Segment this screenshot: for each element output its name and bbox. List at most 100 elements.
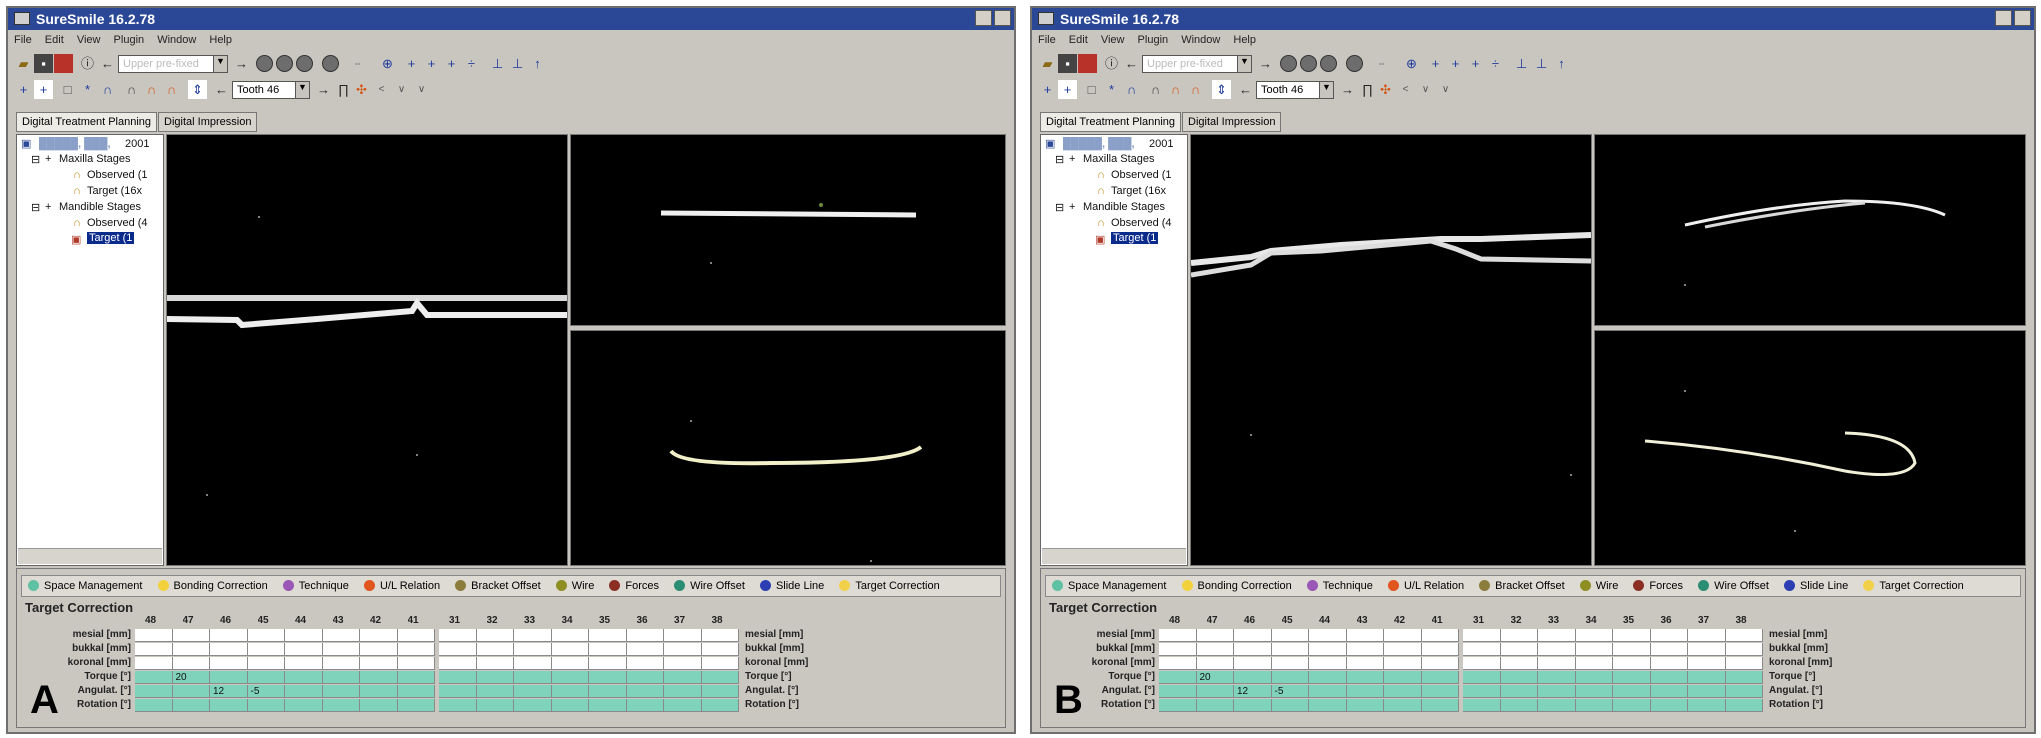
grid-cell[interactable] bbox=[1463, 699, 1501, 712]
grid-cell[interactable] bbox=[360, 629, 398, 642]
grid-cell[interactable] bbox=[1159, 671, 1197, 684]
tooth-combo[interactable]: Tooth 46 ▼ bbox=[232, 81, 310, 99]
view-circle-icon-3[interactable] bbox=[296, 55, 313, 72]
grid-cell[interactable] bbox=[1688, 643, 1726, 656]
grid-cell[interactable] bbox=[1650, 671, 1688, 684]
plus-move-icon-1[interactable]: + bbox=[402, 54, 421, 73]
view-circle-icon-2[interactable] bbox=[276, 55, 293, 72]
arrow-right-icon-2[interactable]: → bbox=[1338, 80, 1357, 99]
menu-plugin[interactable]: Plugin bbox=[114, 34, 145, 46]
grid-cell[interactable] bbox=[551, 629, 589, 642]
scale-icon[interactable]: ⇔ bbox=[348, 54, 367, 73]
tab-digital-impression[interactable]: Digital Impression bbox=[158, 112, 258, 132]
grid-cell[interactable] bbox=[589, 671, 627, 684]
tab-space-management[interactable]: Space Management bbox=[28, 580, 142, 592]
grid-cell[interactable] bbox=[1159, 699, 1197, 712]
maximize-icon[interactable] bbox=[2014, 10, 2031, 26]
tooth-icon[interactable]: ∏ bbox=[1358, 80, 1377, 99]
tree-mandible-observed[interactable]: Observed (4 bbox=[1111, 217, 1172, 229]
viewport-frontal[interactable] bbox=[570, 134, 1006, 326]
grid-cell[interactable] bbox=[626, 643, 664, 656]
grid-cell[interactable] bbox=[247, 657, 285, 670]
grid-cell[interactable] bbox=[476, 629, 514, 642]
tooth-combo[interactable]: Tooth 46 ▼ bbox=[1256, 81, 1334, 99]
grid-cell[interactable] bbox=[1613, 699, 1651, 712]
arch-icon-3[interactable]: ∩ bbox=[162, 80, 181, 99]
grid-cell[interactable] bbox=[1421, 671, 1459, 684]
crosshair-icon[interactable]: ⊕ bbox=[378, 54, 397, 73]
grid-cell[interactable] bbox=[514, 685, 552, 698]
plus-tool-icon-1[interactable]: + bbox=[1038, 80, 1057, 99]
menu-view[interactable]: View bbox=[77, 34, 101, 46]
grid-cell[interactable] bbox=[1159, 685, 1197, 698]
target-icon[interactable]: ✣ bbox=[1376, 80, 1395, 99]
tab-bracket-offset[interactable]: Bracket Offset bbox=[1479, 580, 1565, 592]
grid-cell[interactable] bbox=[701, 643, 739, 656]
grid-cell[interactable] bbox=[360, 657, 398, 670]
arrow-left-icon[interactable]: ← bbox=[1122, 54, 1141, 73]
grid-cell[interactable] bbox=[439, 671, 477, 684]
plus-move-icon-3[interactable]: + bbox=[1466, 54, 1485, 73]
stage-combo[interactable]: Upper pre-fixed ▼ bbox=[1142, 55, 1252, 73]
tab-ul-relation[interactable]: U/L Relation bbox=[1387, 580, 1464, 592]
tab-bracket-offset[interactable]: Bracket Offset bbox=[455, 580, 541, 592]
grid-cell[interactable] bbox=[664, 643, 702, 656]
plus-move-icon-4[interactable]: ÷ bbox=[462, 54, 481, 73]
grid-cell[interactable] bbox=[626, 657, 664, 670]
grid-cell[interactable] bbox=[1500, 657, 1538, 670]
grid-cell[interactable] bbox=[476, 671, 514, 684]
chevron-down-icon[interactable]: ▼ bbox=[1319, 82, 1333, 98]
grid-cell[interactable]: -5 bbox=[247, 685, 285, 698]
grid-cell[interactable] bbox=[210, 629, 248, 642]
menu-edit[interactable]: Edit bbox=[45, 34, 64, 46]
rotate-icon-2[interactable]: ⊥ bbox=[508, 54, 527, 73]
grid-cell[interactable]: 20 bbox=[1196, 671, 1234, 684]
grid-cell[interactable] bbox=[285, 685, 323, 698]
grid-cell[interactable] bbox=[285, 671, 323, 684]
grid-cell[interactable] bbox=[172, 699, 210, 712]
grid-cell[interactable] bbox=[247, 671, 285, 684]
grid-cell[interactable] bbox=[1613, 685, 1651, 698]
grid-cell[interactable] bbox=[1271, 699, 1309, 712]
grid-cell[interactable]: 12 bbox=[210, 685, 248, 698]
grid-cell[interactable] bbox=[1159, 629, 1197, 642]
grid-cell[interactable] bbox=[439, 657, 477, 670]
save-icon[interactable]: ▪ bbox=[1058, 54, 1077, 73]
grid-cell[interactable] bbox=[210, 657, 248, 670]
tree-mandible-stages[interactable]: Mandible Stages bbox=[59, 201, 141, 213]
tab-technique[interactable]: Technique bbox=[1306, 580, 1373, 592]
minimize-icon[interactable] bbox=[975, 10, 992, 26]
grid-cell[interactable] bbox=[701, 657, 739, 670]
tree-maxilla-target[interactable]: Target (16x bbox=[87, 185, 142, 197]
grid-cell[interactable] bbox=[551, 685, 589, 698]
grid-cell[interactable] bbox=[551, 643, 589, 656]
grid-cell[interactable] bbox=[1538, 671, 1576, 684]
grid-cell[interactable] bbox=[1688, 671, 1726, 684]
tree-maxilla-observed[interactable]: Observed (1 bbox=[1111, 169, 1172, 181]
grid-cell[interactable] bbox=[397, 699, 435, 712]
save-icon[interactable]: ▪ bbox=[34, 54, 53, 73]
tree-maxilla-target[interactable]: Target (16x bbox=[1111, 185, 1166, 197]
chevron-down-icon[interactable]: ▼ bbox=[1237, 56, 1251, 72]
scale-icon[interactable]: ⇔ bbox=[1372, 54, 1391, 73]
grid-cell[interactable] bbox=[514, 657, 552, 670]
grid-cell[interactable] bbox=[1688, 685, 1726, 698]
grid-cell[interactable] bbox=[135, 685, 173, 698]
grid-cell[interactable] bbox=[701, 699, 739, 712]
grid-cell[interactable] bbox=[1309, 685, 1347, 698]
check-icon-1[interactable]: ∨ bbox=[392, 80, 411, 99]
grid-cell[interactable] bbox=[476, 657, 514, 670]
grid-cell[interactable] bbox=[664, 657, 702, 670]
grid-cell[interactable] bbox=[1575, 657, 1613, 670]
close-file-icon[interactable] bbox=[54, 54, 73, 73]
tree-mandible-observed[interactable]: Observed (4 bbox=[87, 217, 148, 229]
grid-cell[interactable] bbox=[1463, 643, 1501, 656]
tab-bonding-correction[interactable]: Bonding Correction bbox=[1181, 580, 1292, 592]
viewport-lateral[interactable] bbox=[1190, 134, 1592, 566]
grid-cell[interactable] bbox=[514, 629, 552, 642]
grid-cell[interactable] bbox=[1271, 643, 1309, 656]
grid-cell[interactable] bbox=[439, 643, 477, 656]
grid-cell[interactable] bbox=[397, 685, 435, 698]
grid-cell[interactable] bbox=[172, 629, 210, 642]
view-circle-icon-2[interactable] bbox=[1300, 55, 1317, 72]
